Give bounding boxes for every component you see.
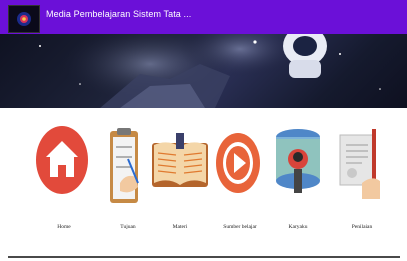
- home-icon: [36, 126, 88, 194]
- assessment-icon: [339, 129, 380, 199]
- menu-item-home[interactable]: Home: [34, 125, 94, 235]
- play-icon: [216, 133, 260, 193]
- clipboard-icon: [110, 128, 139, 203]
- app-title: Media Pembelajaran Sistem Tata ...: [46, 9, 192, 19]
- menu-label: Penilaian: [351, 224, 373, 230]
- menu-item-sumber-belajar[interactable]: Sumber belajar: [210, 125, 270, 235]
- menu-label: Home: [57, 224, 71, 230]
- book-icon: [152, 133, 208, 187]
- app-logo[interactable]: [8, 5, 40, 33]
- menu-item-tujuan[interactable]: Tujuan: [98, 125, 158, 235]
- bottom-divider: [8, 256, 400, 258]
- menu-item-materi[interactable]: Materi: [150, 125, 210, 235]
- menu-label: Karyaku: [288, 224, 308, 230]
- menu-item-penilaian[interactable]: Penilaian: [332, 125, 392, 235]
- menu-item-karyaku[interactable]: Karyaku: [268, 125, 328, 235]
- astronaut-icon: [276, 129, 320, 193]
- app-bar: Media Pembelajaran Sistem Tata ...: [0, 0, 407, 34]
- hero-banner: [0, 34, 407, 108]
- space-illustration: [39, 34, 381, 108]
